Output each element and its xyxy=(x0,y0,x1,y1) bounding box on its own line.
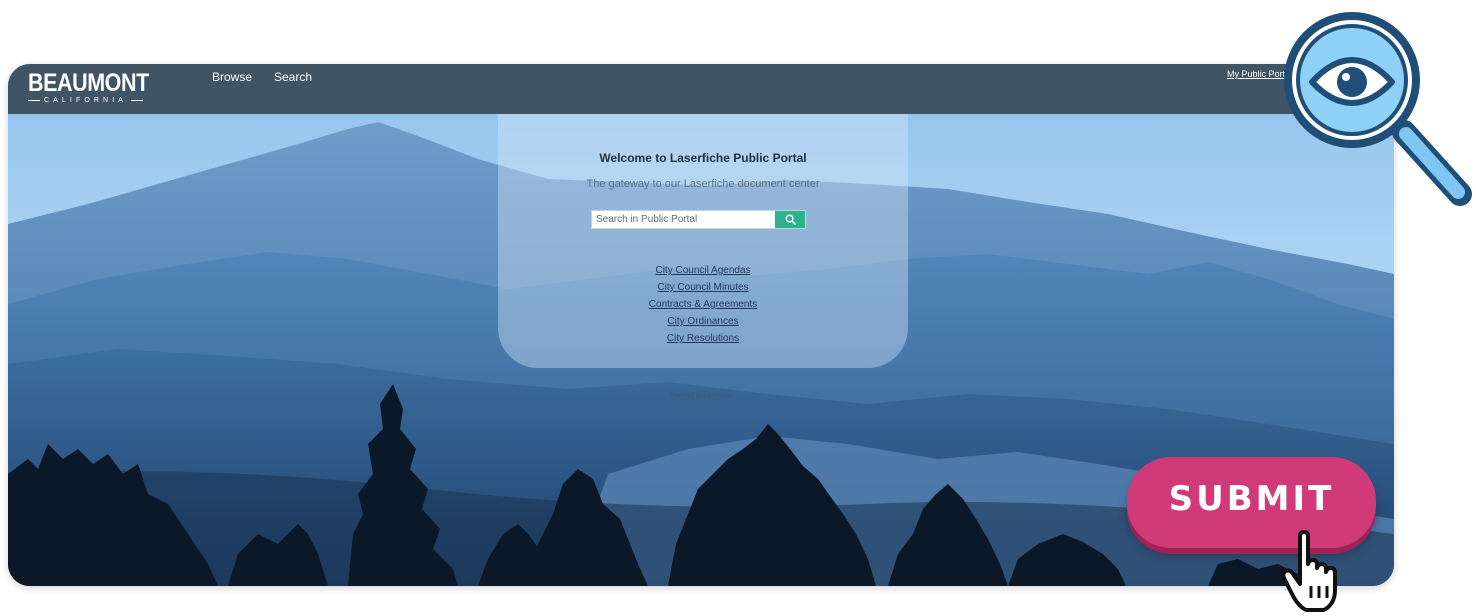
top-navbar: BEAUMONT CALIFORNIA Browse Search My Pub… xyxy=(8,64,1394,114)
link-city-council-agendas[interactable]: City Council Agendas xyxy=(655,264,750,277)
portal-search-button[interactable] xyxy=(775,211,805,228)
powered-by-text: Powered by Laserfiche xyxy=(670,393,732,399)
portal-search-input[interactable] xyxy=(592,211,775,228)
link-city-council-minutes[interactable]: City Council Minutes xyxy=(657,281,748,294)
link-city-resolutions[interactable]: City Resolutions xyxy=(667,332,739,345)
welcome-subtitle: The gateway to our Laserfiche document c… xyxy=(586,178,820,190)
logo-dash-right xyxy=(131,100,144,101)
hand-pointer-icon xyxy=(1281,530,1337,612)
brand-subtitle-text: CALIFORNIA xyxy=(44,97,128,104)
logo-dash-left xyxy=(28,100,40,101)
brand-subtitle: CALIFORNIA xyxy=(28,96,168,105)
beaumont-logo[interactable]: BEAUMONT CALIFORNIA xyxy=(28,69,168,105)
welcome-card: Welcome to Laserfiche Public Portal The … xyxy=(498,114,908,368)
nav-search-link[interactable]: Search xyxy=(274,70,312,84)
brand-name: BEAUMONT xyxy=(28,69,149,97)
document-links: City Council Agendas City Council Minute… xyxy=(498,264,908,345)
link-contracts-agreements[interactable]: Contracts & Agreements xyxy=(649,298,757,311)
eye-magnifier-icon xyxy=(1284,12,1472,206)
portal-search-box xyxy=(591,210,806,229)
link-city-ordinances[interactable]: City Ordinances xyxy=(667,315,738,328)
search-icon xyxy=(785,214,796,225)
welcome-title: Welcome to Laserfiche Public Portal xyxy=(599,151,807,165)
nav-browse-link[interactable]: Browse xyxy=(212,70,252,84)
